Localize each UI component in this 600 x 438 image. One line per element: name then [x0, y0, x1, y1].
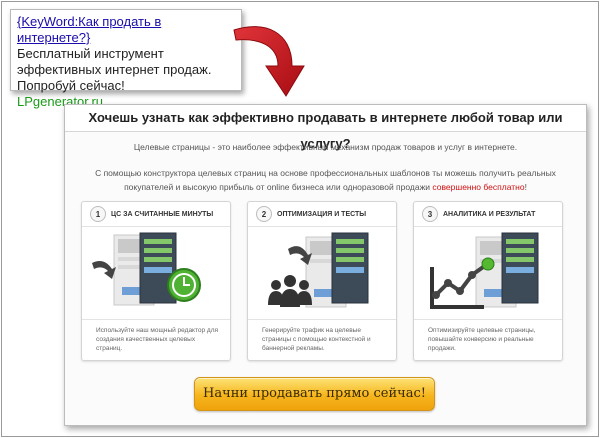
card-description: Оптимизируйте целевые страницы, повышайт…	[414, 319, 562, 353]
paragraph-highlight: совершенно бесплатно	[432, 182, 525, 192]
text-ad: {KeyWord:Как продать в интернете?} Беспл…	[10, 9, 242, 109]
card-illustration	[82, 227, 230, 319]
card-illustration	[414, 227, 562, 319]
card-title: ОПТИМИЗАЦИЯ И ТЕСТЫ	[277, 210, 367, 218]
people-icon	[268, 275, 312, 307]
card-title: ЦС ЗА СЧИТАННЫЕ МИНУТЫ	[111, 210, 214, 218]
landing-paragraph: С помощью конструктора целевых страниц н…	[95, 166, 556, 194]
card-illustration	[248, 227, 396, 319]
feature-card-3: 3 АНАЛИТИКА И РЕЗУЛЬТАТ Оптимизируйте це…	[413, 201, 563, 361]
card-header: 2 ОПТИМИЗАЦИЯ И ТЕСТЫ	[248, 202, 396, 227]
card-description: Используйте наш мощный редактор для созд…	[82, 319, 230, 353]
feature-cards: 1 ЦС ЗА СЧИТАННЫЕ МИНУТЫ Используйте наш…	[81, 201, 571, 361]
feature-card-2: 2 ОПТИМИЗАЦИЯ И ТЕСТЫ Генерируйте трафик…	[247, 201, 397, 361]
card-title: АНАЛИТИКА И РЕЗУЛЬТАТ	[443, 210, 536, 218]
step-number: 2	[256, 206, 272, 222]
step-number: 1	[90, 206, 106, 222]
curved-arrow-icon	[233, 26, 305, 97]
screenshot-frame: {KeyWord:Как продать в интернете?} Беспл…	[1, 1, 599, 437]
card-header: 3 АНАЛИТИКА И РЕЗУЛЬТАТ	[414, 202, 562, 227]
feature-card-1: 1 ЦС ЗА СЧИТАННЫЕ МИНУТЫ Используйте наш…	[81, 201, 231, 361]
landing-headline: Хочешь узнать как эффективно продавать в…	[65, 105, 586, 151]
card-description: Генерируйте трафик на целевые страницы с…	[248, 319, 396, 353]
clock-icon	[167, 268, 201, 302]
start-selling-button[interactable]: Начни продавать прямо сейчас!	[194, 377, 435, 411]
landing-page-preview: Хочешь узнать как эффективно продавать в…	[64, 104, 587, 426]
ad-title-link[interactable]: {KeyWord:Как продать в интернете?}	[17, 14, 235, 46]
card-header: 1 ЦС ЗА СЧИТАННЫЕ МИНУТЫ	[82, 202, 230, 227]
ad-description: Бесплатный инструмент эффективных интерн…	[17, 46, 212, 93]
step-number: 3	[422, 206, 438, 222]
landing-intro: Целевые страницы - это наиболее эффектив…	[133, 142, 518, 152]
paragraph-end: !	[524, 182, 527, 192]
